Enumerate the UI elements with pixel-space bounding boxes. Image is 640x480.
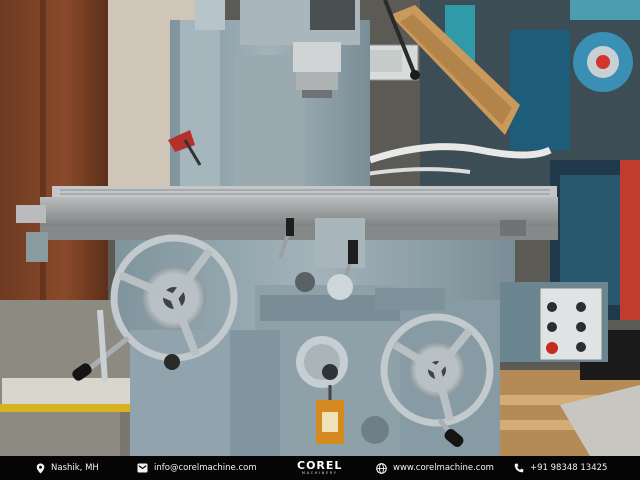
phone-number[interactable]: +91 98348 13425 [530, 463, 607, 473]
location-text: Nashik, MH [51, 463, 99, 473]
contact-footer-bar: Nashik, MH info@corelmachine.com COREL M… [0, 456, 640, 480]
logo-tagline: MACHINERY [301, 471, 338, 475]
footer-website[interactable]: www.corelmachine.com [376, 456, 494, 480]
envelope-icon [137, 463, 148, 473]
website-link[interactable]: www.corelmachine.com [393, 463, 494, 473]
footer-email[interactable]: info@corelmachine.com [137, 456, 257, 480]
phone-icon [514, 463, 524, 473]
brand-logo: COREL MACHINERY [297, 456, 342, 480]
logo-wordmark: COREL [297, 459, 343, 472]
email-link[interactable]: info@corelmachine.com [154, 463, 257, 473]
footer-phone[interactable]: +91 98348 13425 [514, 456, 607, 480]
map-pin-icon [36, 463, 45, 473]
milling-machine-photo [0, 0, 640, 456]
globe-icon [376, 462, 387, 474]
photo-frame: Nashik, MH info@corelmachine.com COREL M… [0, 0, 640, 480]
footer-location: Nashik, MH [36, 456, 99, 480]
control-panel [500, 282, 608, 362]
